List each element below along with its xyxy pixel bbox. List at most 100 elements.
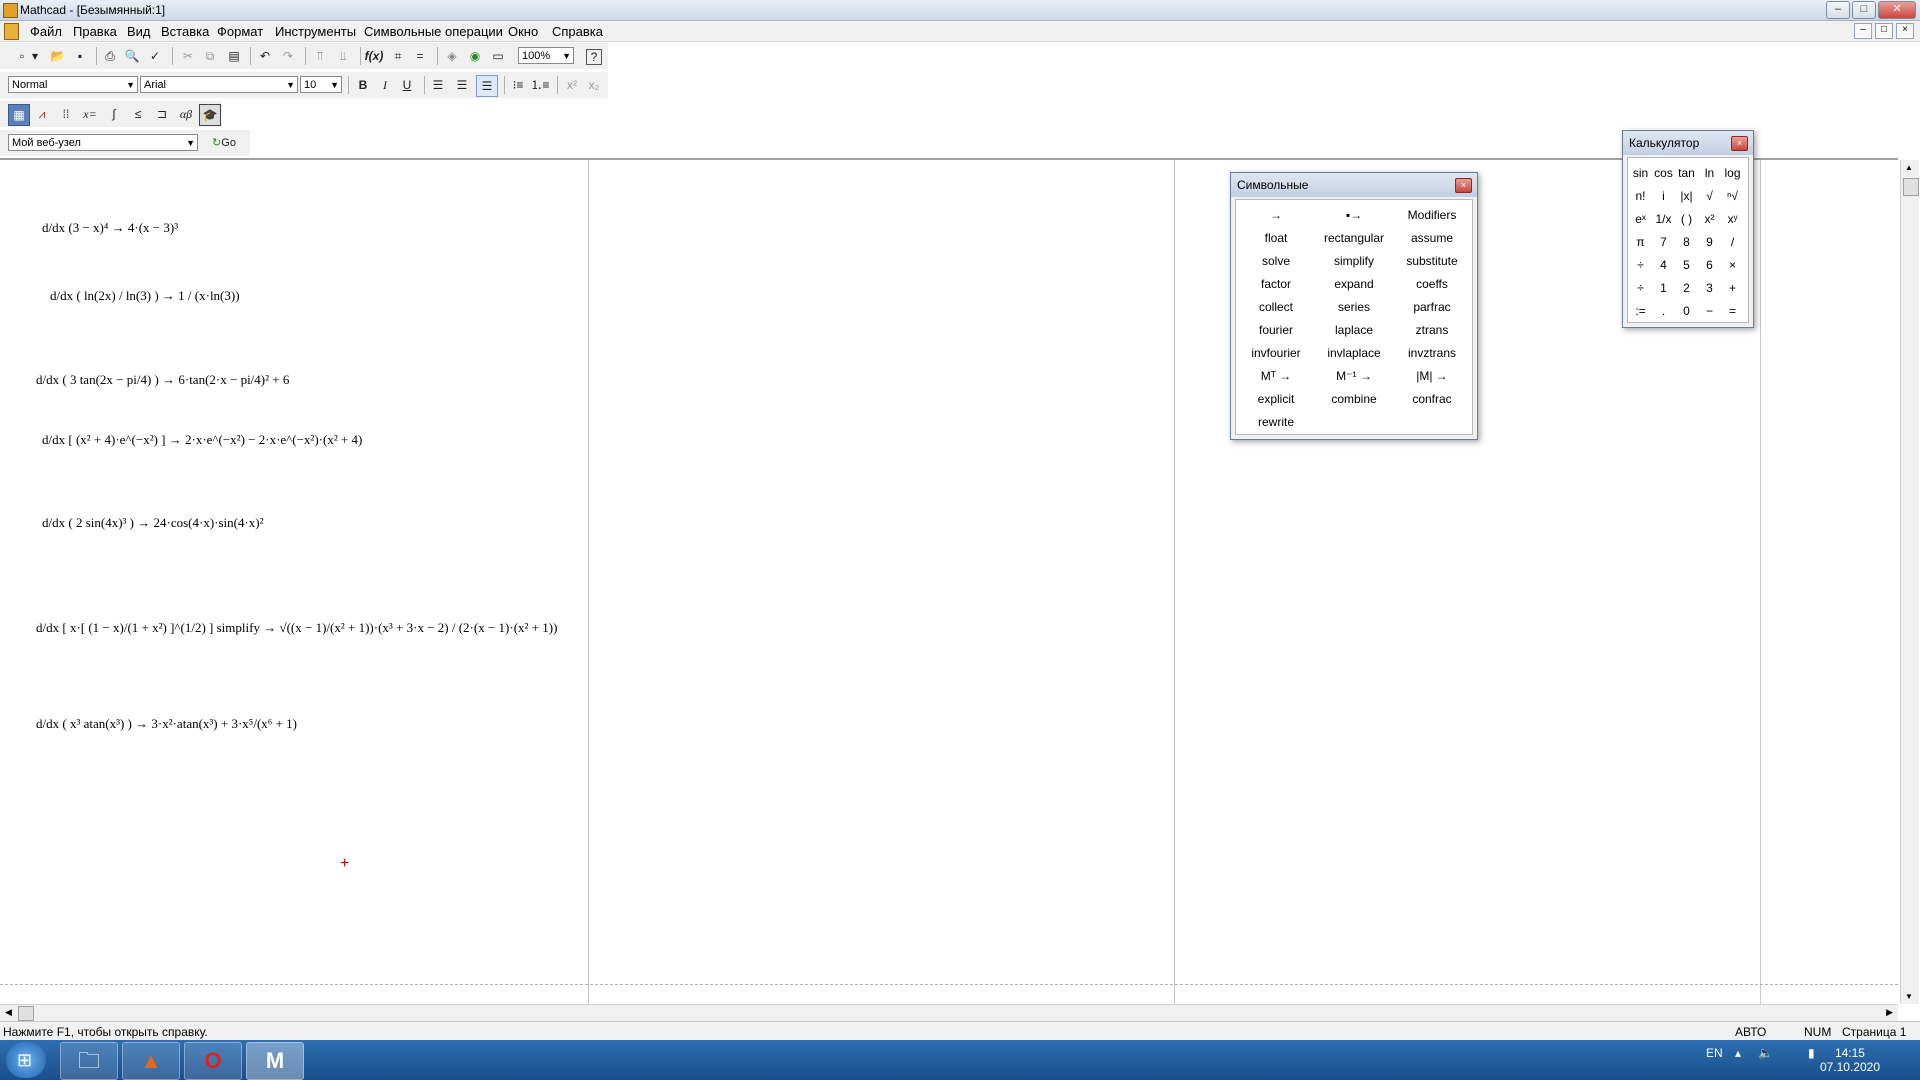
align-left-icon[interactable]: ☰ [428, 75, 448, 95]
symbolic-palette-button[interactable]: assume [1394, 227, 1470, 249]
print-icon[interactable]: ⎙ [100, 46, 120, 66]
graph-toolbar-icon[interactable]: ⩘ [32, 104, 52, 124]
cut-icon[interactable]: ✂ [178, 46, 198, 66]
menu-symbolics[interactable]: Символьные операции [364, 24, 503, 39]
symbolic-palette-button[interactable]: expand [1316, 273, 1392, 295]
math-region-4[interactable]: d/dx [ (x² + 4)·e^(−x²) ] → 2·x·e^(−x²) … [42, 432, 362, 448]
calculator-palette-button[interactable]: 8 [1675, 231, 1698, 253]
doc-close-button[interactable]: × [1896, 23, 1914, 39]
numbered-list-icon[interactable]: ⒈≡ [530, 75, 550, 95]
symbolic-palette-button[interactable]: explicit [1238, 388, 1314, 410]
component-icon[interactable]: ◈ [442, 46, 462, 66]
symbolic-palette-button[interactable]: Modifiers [1394, 204, 1470, 226]
calculator-palette-button[interactable]: = [1721, 300, 1744, 322]
resource-icon[interactable]: ◉ [465, 46, 485, 66]
volume-icon[interactable]: 🔈 [1758, 1046, 1773, 1060]
worksheet[interactable] [0, 158, 1898, 1006]
calculator-palette-button[interactable]: ( ) [1675, 208, 1698, 230]
print-preview-icon[interactable]: 🔍 [122, 46, 142, 66]
doc-minimize-button[interactable]: – [1854, 23, 1872, 39]
network-icon[interactable]: ▮ [1808, 1046, 1815, 1060]
open-icon[interactable]: 📂 [48, 46, 68, 66]
symbolic-palette-button[interactable]: invfourier [1238, 342, 1314, 364]
superscript-icon[interactable]: x² [562, 75, 582, 95]
menu-help[interactable]: Справка [552, 24, 603, 39]
calculator-palette-button[interactable]: n! [1629, 185, 1652, 207]
symbolic-palette-button[interactable]: invztrans [1394, 342, 1470, 364]
redo-icon[interactable]: ↷ [278, 46, 298, 66]
math-region-5[interactable]: d/dx ( 2 sin(4x)³ ) → 24·cos(4·x)·sin(4·… [42, 515, 264, 531]
calculator-palette-button[interactable]: π [1629, 231, 1652, 253]
calculator-palette-button[interactable]: / [1721, 231, 1744, 253]
calculator-toolbar-icon[interactable]: ▦ [8, 104, 30, 126]
vertical-scroll-thumb[interactable] [1903, 178, 1919, 196]
taskbar-opera[interactable]: O [184, 1042, 242, 1080]
subscript-icon[interactable]: x₂ [584, 75, 604, 95]
symbolic-palette-button[interactable]: invlaplace [1316, 342, 1392, 364]
calculator-palette-button[interactable]: 2 [1675, 277, 1698, 299]
symbolic-palette-button[interactable]: series [1316, 296, 1392, 318]
save-icon[interactable]: ▪ [70, 46, 90, 66]
symbolic-palette-button[interactable]: combine [1316, 388, 1392, 410]
vertical-scrollbar[interactable]: ▲ ▼ [1900, 160, 1919, 1004]
symbolic-palette-button[interactable]: collect [1238, 296, 1314, 318]
calculator-palette-button[interactable]: . [1652, 300, 1675, 322]
menu-file[interactable]: Файл [30, 24, 62, 39]
symbolic-palette-button[interactable]: fourier [1238, 319, 1314, 341]
calculator-palette-button[interactable]: − [1698, 300, 1721, 322]
scroll-left-icon[interactable]: ◀ [5, 1007, 12, 1018]
menu-view[interactable]: Вид [127, 24, 151, 39]
calculator-palette-button[interactable]: × [1721, 254, 1744, 276]
insert-unit-icon[interactable]: ⌗ [388, 46, 408, 66]
boolean-toolbar-icon[interactable]: ≤ [128, 104, 148, 124]
menu-insert[interactable]: Вставка [161, 24, 209, 39]
go-button[interactable]: ↻Go [206, 133, 242, 153]
calculator-palette-button[interactable]: 1 [1652, 277, 1675, 299]
web-address-select[interactable]: Мой веб-узел ▼ [8, 134, 198, 151]
math-region-1[interactable]: d/dx (3 − x)⁴ → 4·(x − 3)³ [42, 220, 178, 236]
start-button[interactable]: ⊞ [6, 1042, 46, 1078]
window-icon[interactable]: ▭ [488, 46, 508, 66]
font-size-select[interactable]: 10 ▼ [300, 76, 342, 93]
italic-button[interactable]: I [375, 75, 395, 95]
tray-arrow-icon[interactable]: ▴ [1735, 1046, 1741, 1060]
taskbar-mathcad[interactable]: M [246, 1042, 304, 1080]
calculator-palette-button[interactable]: tan [1675, 162, 1698, 184]
align-right-icon[interactable]: ☰ [476, 75, 498, 97]
symbolic-palette-button[interactable]: parfrac [1394, 296, 1470, 318]
taskbar-matlab[interactable]: ▲ [122, 1042, 180, 1080]
minimize-button[interactable]: – [1826, 1, 1850, 19]
symbolic-palette-close-icon[interactable]: × [1455, 178, 1472, 193]
symbolic-palette-button[interactable]: rewrite [1238, 411, 1314, 433]
bullet-list-icon[interactable]: ⁝≡ [508, 75, 528, 95]
bold-button[interactable]: B [353, 75, 373, 95]
symbolic-palette-button[interactable]: substitute [1394, 250, 1470, 272]
maximize-button[interactable]: □ [1852, 1, 1876, 19]
symbolic-palette-titlebar[interactable]: Символьные × [1231, 173, 1477, 197]
calculator-palette-button[interactable]: ÷ [1629, 277, 1652, 299]
math-region-2[interactable]: d/dx ( ln(2x) / ln(3) ) → 1 / (x·ln(3)) [50, 288, 240, 304]
align-center-icon[interactable]: ☰ [452, 75, 472, 95]
paste-icon[interactable]: ▤ [224, 46, 244, 66]
style-select[interactable]: Normal ▼ [8, 76, 138, 93]
doc-restore-button[interactable]: □ [1875, 23, 1893, 39]
evaluation-toolbar-icon[interactable]: x= [80, 104, 100, 124]
spell-check-icon[interactable]: ✓ [145, 46, 165, 66]
calculator-palette-button[interactable]: + [1721, 277, 1744, 299]
calculator-palette-button[interactable]: ⁿ√ [1721, 185, 1744, 207]
calculator-palette-button[interactable]: 1/x [1652, 208, 1675, 230]
calculator-palette-button[interactable]: 5 [1675, 254, 1698, 276]
menu-tools[interactable]: Инструменты [275, 24, 356, 39]
symbolic-toolbar-icon[interactable]: 🎓 [199, 104, 221, 126]
calculate-icon[interactable]: = [410, 46, 430, 66]
calculator-palette-titlebar[interactable]: Калькулятор × [1623, 131, 1753, 155]
symbolic-palette-button[interactable]: rectangular [1316, 227, 1392, 249]
insert-function-icon[interactable]: f(x) [364, 46, 384, 66]
calculator-palette-button[interactable]: 6 [1698, 254, 1721, 276]
symbolic-palette-button[interactable]: coeffs [1394, 273, 1470, 295]
zoom-select[interactable]: 100% ▼ [518, 47, 574, 64]
calculator-palette-button[interactable]: 4 [1652, 254, 1675, 276]
math-region-6[interactable]: d/dx [ x·[ (1 − x)/(1 + x²) ]^(1/2) ] si… [36, 620, 557, 636]
scroll-down-icon[interactable]: ▼ [1905, 992, 1913, 1001]
close-button[interactable]: ✕ [1878, 1, 1916, 19]
